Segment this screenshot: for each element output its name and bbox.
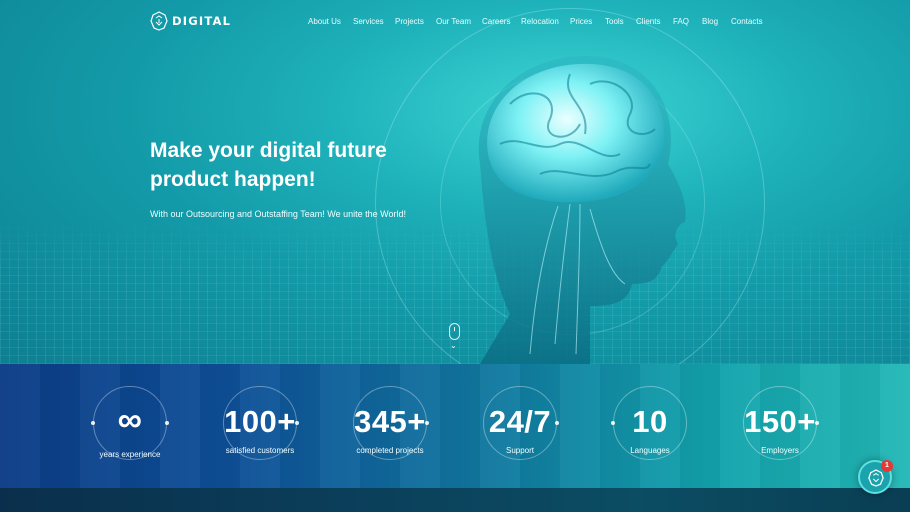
hero-subtitle: With our Outsourcing and Outstaffing Tea…	[150, 209, 406, 219]
stat-value: 345+	[354, 404, 426, 439]
nav-faq[interactable]: FAQ	[673, 17, 689, 26]
next-section-strip	[0, 488, 910, 512]
stat-label: Employers	[761, 446, 799, 455]
hero-headline: Make your digital future product happen!	[150, 136, 450, 194]
nav-relocation[interactable]: Relocation	[521, 17, 559, 26]
brain-head-illustration	[478, 55, 686, 364]
scroll-mouse-icon[interactable]	[449, 323, 460, 340]
stat-completed-projects: 345+ completed projects	[325, 364, 455, 488]
stat-label: years experience	[99, 450, 161, 459]
nav-projects[interactable]: Projects	[395, 17, 424, 26]
stat-years-experience: ∞ years experience	[65, 364, 195, 488]
stat-support: 24/7 Support	[455, 364, 585, 488]
chevron-down-icon: ⌄	[450, 341, 457, 350]
lion-chat-icon	[868, 469, 884, 487]
headline-line-2: product happen!	[150, 168, 316, 191]
stat-label: satisfied customers	[225, 446, 295, 455]
nav-about-us[interactable]: About Us	[308, 17, 341, 26]
chat-widget-button[interactable]: 1	[858, 460, 893, 494]
stat-label: Languages	[630, 446, 670, 455]
stat-value: 10	[632, 404, 668, 439]
stat-languages: 10 Languages	[585, 364, 715, 488]
stat-satisfied-customers: 100+ satisfied customers	[195, 364, 325, 488]
stat-value: ∞	[117, 401, 143, 439]
nav-services[interactable]: Services	[353, 17, 384, 26]
lion-logo-icon	[150, 11, 168, 31]
stats-bar: ∞ years experience 100+ satisfied custom…	[0, 364, 910, 488]
nav-prices[interactable]: Prices	[570, 17, 592, 26]
top-navigation: DIGITAL About Us Services Projects Our T…	[0, 0, 910, 46]
nav-contacts[interactable]: Contacts	[731, 17, 763, 26]
notification-badge: 1	[881, 460, 893, 472]
headline-line-1: Make your digital future	[150, 139, 387, 162]
nav-careers[interactable]: Careers	[482, 17, 510, 26]
stat-value: 24/7	[488, 404, 552, 439]
nav-our-team[interactable]: Our Team	[436, 17, 471, 26]
stat-employers: 150+ Employers	[715, 364, 845, 488]
nav-clients[interactable]: Clients	[636, 17, 660, 26]
stat-value: 150+	[744, 404, 816, 439]
stat-label: Support	[505, 446, 535, 455]
brand-logo[interactable]: DIGITAL	[150, 11, 231, 31]
stat-value: 100+	[224, 404, 296, 439]
stat-label: completed projects	[356, 446, 424, 455]
nav-blog[interactable]: Blog	[702, 17, 718, 26]
nav-tools[interactable]: Tools	[605, 17, 624, 26]
brand-name: DIGITAL	[172, 14, 232, 28]
hero-section: ⌄ Make your digital future product happe…	[0, 0, 910, 364]
